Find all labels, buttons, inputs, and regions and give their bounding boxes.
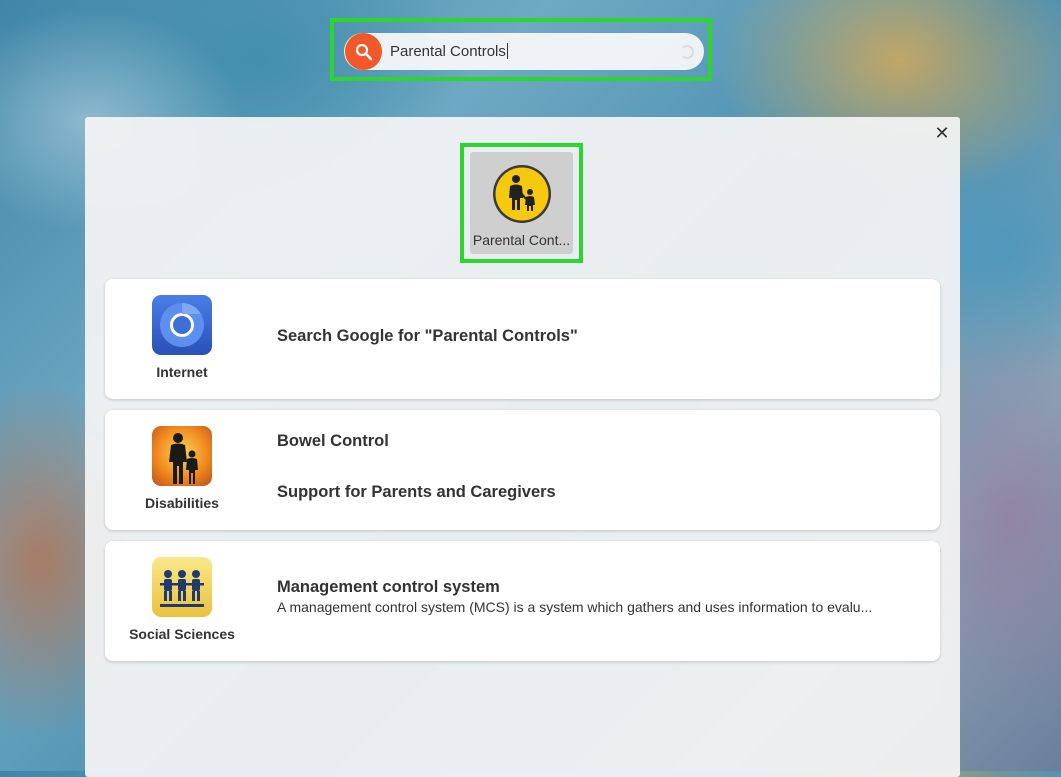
loading-spinner-icon bbox=[680, 45, 694, 59]
result-card-internet: Internet Search Google for "Parental Con… bbox=[105, 279, 940, 399]
chromium-browser-icon bbox=[152, 295, 212, 355]
top-result-label: Parental Cont... bbox=[472, 232, 571, 248]
category-label-internet: Internet bbox=[156, 364, 208, 380]
result-link-support-parents[interactable]: Support for Parents and Caregivers bbox=[277, 483, 556, 502]
result-card-social-sciences: Social Sciences Management control syste… bbox=[105, 541, 940, 661]
search-highlight-frame: Parental Controls bbox=[330, 18, 712, 81]
parental-controls-icon bbox=[493, 165, 551, 223]
search-google-link[interactable]: Search Google for "Parental Controls" bbox=[277, 327, 578, 346]
close-icon: ✕ bbox=[934, 123, 950, 143]
result-description: A management control system (MCS) is a s… bbox=[277, 599, 873, 615]
result-link-management-control-system[interactable]: Management control system bbox=[277, 578, 500, 597]
result-card-disabilities: Disabilities Bowel Control Support for P… bbox=[105, 410, 940, 530]
search-input[interactable]: Parental Controls bbox=[390, 43, 508, 60]
category-label-disabilities: Disabilities bbox=[145, 495, 219, 511]
top-result-highlight-frame: Parental Cont... bbox=[460, 143, 583, 263]
category-label-social-sciences: Social Sciences bbox=[129, 626, 235, 642]
result-link-bowel-control[interactable]: Bowel Control bbox=[277, 432, 389, 451]
close-button[interactable]: ✕ bbox=[932, 123, 952, 143]
search-button[interactable] bbox=[345, 33, 382, 70]
parent-child-silhouette-icon bbox=[152, 426, 212, 486]
results-panel: ✕ Parental Cont... Internet Search Googl… bbox=[85, 117, 960, 777]
people-group-icon bbox=[152, 557, 212, 617]
top-result-app[interactable]: Parental Cont... bbox=[470, 152, 573, 254]
search-bar[interactable]: Parental Controls bbox=[344, 33, 704, 70]
search-icon bbox=[355, 43, 372, 60]
